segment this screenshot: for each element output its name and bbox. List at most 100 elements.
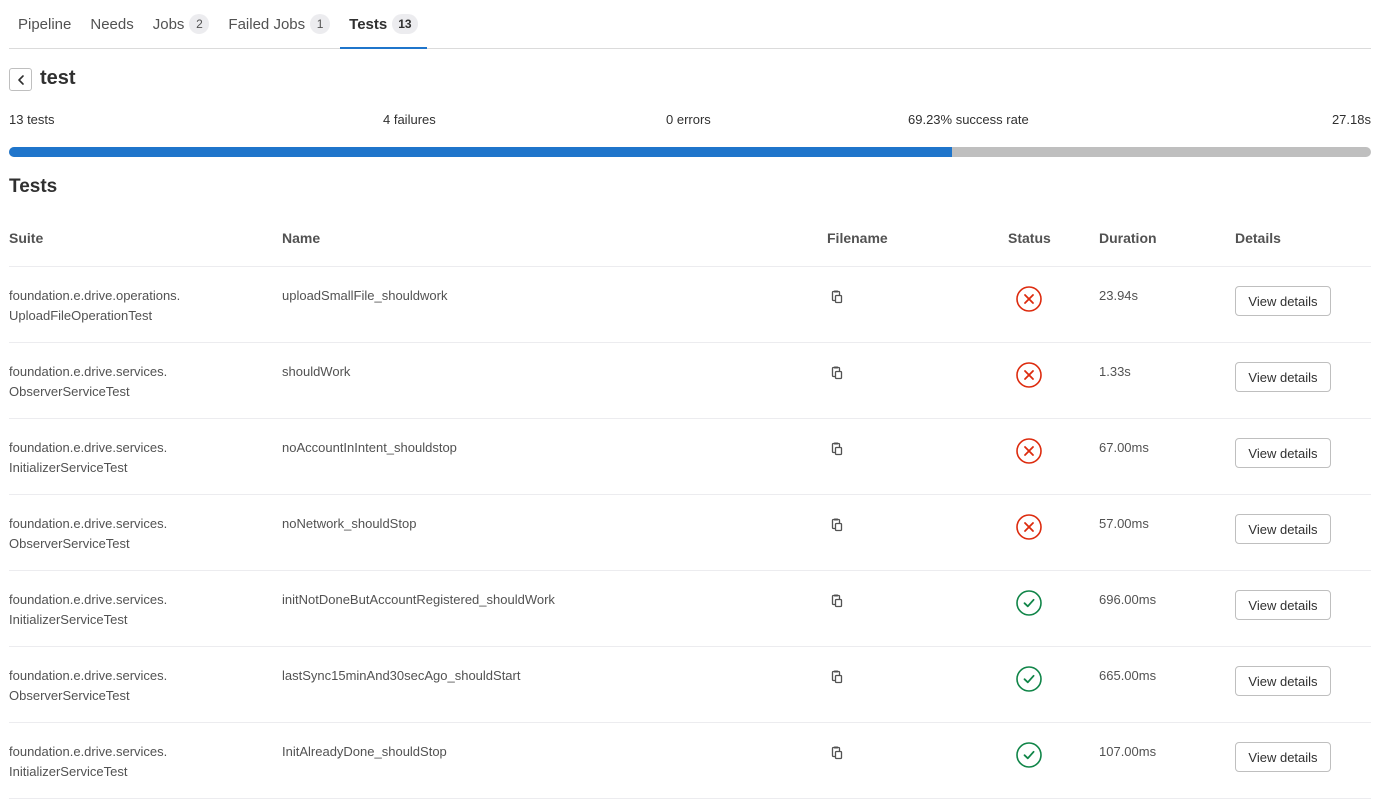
test-name: initNotDoneButAccountRegistered_shouldWo… — [282, 592, 555, 607]
tab-label: Failed Jobs — [228, 15, 306, 33]
status-failed-icon — [1016, 286, 1042, 312]
tab-count-badge: 1 — [310, 14, 331, 34]
test-duration: 23.94s — [1099, 288, 1139, 303]
column-header-name: Name — [282, 230, 321, 246]
suite-package: foundation.e.drive.services. — [9, 592, 168, 607]
status-success-icon — [1016, 742, 1042, 768]
tab-pipeline[interactable]: Pipeline — [9, 0, 80, 48]
column-header-status: Status — [1008, 230, 1051, 246]
status-failed-icon — [1016, 514, 1042, 540]
table-row: foundation.e.drive.services. InitializerS… — [9, 419, 1371, 495]
tab-tests[interactable]: Tests 13 — [340, 0, 428, 49]
suite-package: foundation.e.drive.services. — [9, 668, 168, 683]
test-name: InitAlreadyDone_shouldStop — [282, 744, 447, 759]
column-header-duration: Duration — [1099, 230, 1157, 246]
suite-class: ObserverServiceTest — [9, 384, 130, 399]
test-duration: 67.00ms — [1099, 440, 1149, 455]
suite-class: ObserverServiceTest — [9, 688, 130, 703]
copy-icon-glyph — [831, 746, 843, 760]
test-duration: 1.33s — [1099, 364, 1131, 379]
copy-icon-glyph — [831, 670, 843, 684]
summary-duration: 27.18s — [1331, 112, 1371, 127]
summary-failures: 4 failures — [383, 112, 436, 127]
tab-needs[interactable]: Needs — [81, 0, 142, 48]
view-details-button[interactable]: View details — [1235, 742, 1331, 772]
summary-tests: 13 tests — [9, 112, 55, 127]
copy-to-clipboard-icon[interactable] — [829, 593, 845, 609]
test-name: noAccountInIntent_shouldstop — [282, 440, 457, 455]
suite-package: foundation.e.drive.operations. — [9, 288, 181, 303]
test-duration: 107.00ms — [1099, 744, 1157, 759]
test-name: lastSync15minAnd30secAgo_shouldStart — [282, 668, 521, 683]
tab-jobs[interactable]: Jobs 2 — [144, 0, 219, 48]
test-duration: 665.00ms — [1099, 668, 1157, 683]
view-details-button[interactable]: View details — [1235, 514, 1331, 544]
suite-class: InitializerServiceTest — [9, 764, 128, 779]
tab-failed-jobs[interactable]: Failed Jobs 1 — [219, 0, 339, 48]
suite-class: InitializerServiceTest — [9, 460, 128, 475]
column-header-suite: Suite — [9, 230, 44, 246]
back-button[interactable] — [9, 68, 32, 91]
suite-package: foundation.e.drive.services. — [9, 440, 168, 455]
suite-package: foundation.e.drive.services. — [9, 744, 168, 759]
copy-to-clipboard-icon[interactable] — [829, 365, 845, 381]
test-name: noNetwork_shouldStop — [282, 516, 417, 531]
view-details-button[interactable]: View details — [1235, 590, 1331, 620]
column-header-details: Details — [1235, 230, 1281, 246]
tests-section-title: Tests — [9, 176, 58, 197]
table-row: foundation.e.drive.services. ObserverServ… — [9, 647, 1371, 723]
copy-icon-glyph — [831, 518, 843, 532]
summary-success-rate: 69.23% success rate — [908, 112, 1029, 127]
test-duration: 57.00ms — [1099, 516, 1149, 531]
table-row: foundation.e.drive.services. ObserverServ… — [9, 343, 1371, 419]
column-header-filename: Filename — [827, 230, 888, 246]
pipeline-tabs: Pipeline Needs Jobs 2 Failed Jobs 1 Test… — [9, 0, 1371, 49]
table-row: foundation.e.drive.services. ObserverServ… — [9, 495, 1371, 571]
suite-package: foundation.e.drive.services. — [9, 516, 168, 531]
test-duration: 696.00ms — [1099, 592, 1157, 607]
test-name: uploadSmallFile_shouldwork — [282, 288, 448, 303]
copy-icon-glyph — [831, 290, 843, 304]
tab-label: Tests — [349, 15, 388, 33]
tab-count-badge: 13 — [392, 14, 418, 34]
tab-count-badge: 2 — [189, 14, 210, 34]
suite-cell: foundation.e.drive.services. InitializerS… — [9, 438, 259, 478]
copy-to-clipboard-icon[interactable] — [829, 289, 845, 305]
copy-to-clipboard-icon[interactable] — [829, 745, 845, 761]
view-details-button[interactable]: View details — [1235, 666, 1331, 696]
copy-icon-glyph — [831, 366, 843, 380]
copy-icon-glyph — [831, 594, 843, 608]
chevron-left-icon — [17, 74, 24, 85]
progress-bar-fill — [9, 147, 952, 157]
success-rate-progress-bar — [9, 147, 1371, 157]
status-failed-icon — [1016, 362, 1042, 388]
test-name: shouldWork — [282, 364, 351, 379]
suite-class: UploadFileOperationTest — [9, 308, 153, 323]
suite-cell: foundation.e.drive.services. ObserverServ… — [9, 362, 259, 402]
tab-label: Pipeline — [18, 15, 72, 33]
copy-to-clipboard-icon[interactable] — [829, 669, 845, 685]
status-success-icon — [1016, 666, 1042, 692]
view-details-button[interactable]: View details — [1235, 438, 1331, 468]
suite-cell: foundation.e.drive.operations. UploadFile… — [9, 286, 259, 326]
suite-class: ObserverServiceTest — [9, 536, 130, 551]
suite-cell: foundation.e.drive.services. InitializerS… — [9, 590, 259, 630]
test-report-page: Pipeline Needs Jobs 2 Failed Jobs 1 Test… — [0, 0, 1381, 799]
suite-package: foundation.e.drive.services. — [9, 364, 168, 379]
status-success-icon — [1016, 590, 1042, 616]
table-row: foundation.e.drive.services. InitializerS… — [9, 723, 1371, 799]
copy-to-clipboard-icon[interactable] — [829, 517, 845, 533]
suite-cell: foundation.e.drive.services. InitializerS… — [9, 742, 259, 782]
table-row: foundation.e.drive.services. InitializerS… — [9, 571, 1371, 647]
copy-to-clipboard-icon[interactable] — [829, 441, 845, 457]
job-title: test — [40, 67, 76, 89]
suite-class: InitializerServiceTest — [9, 612, 128, 627]
view-details-button[interactable]: View details — [1235, 286, 1331, 316]
table-row: foundation.e.drive.operations. UploadFile… — [9, 267, 1371, 343]
tab-label: Needs — [90, 15, 134, 33]
copy-icon-glyph — [831, 442, 843, 456]
summary-errors: 0 errors — [666, 112, 711, 127]
view-details-button[interactable]: View details — [1235, 362, 1331, 392]
suite-cell: foundation.e.drive.services. ObserverServ… — [9, 666, 259, 706]
suite-cell: foundation.e.drive.services. ObserverServ… — [9, 514, 259, 554]
